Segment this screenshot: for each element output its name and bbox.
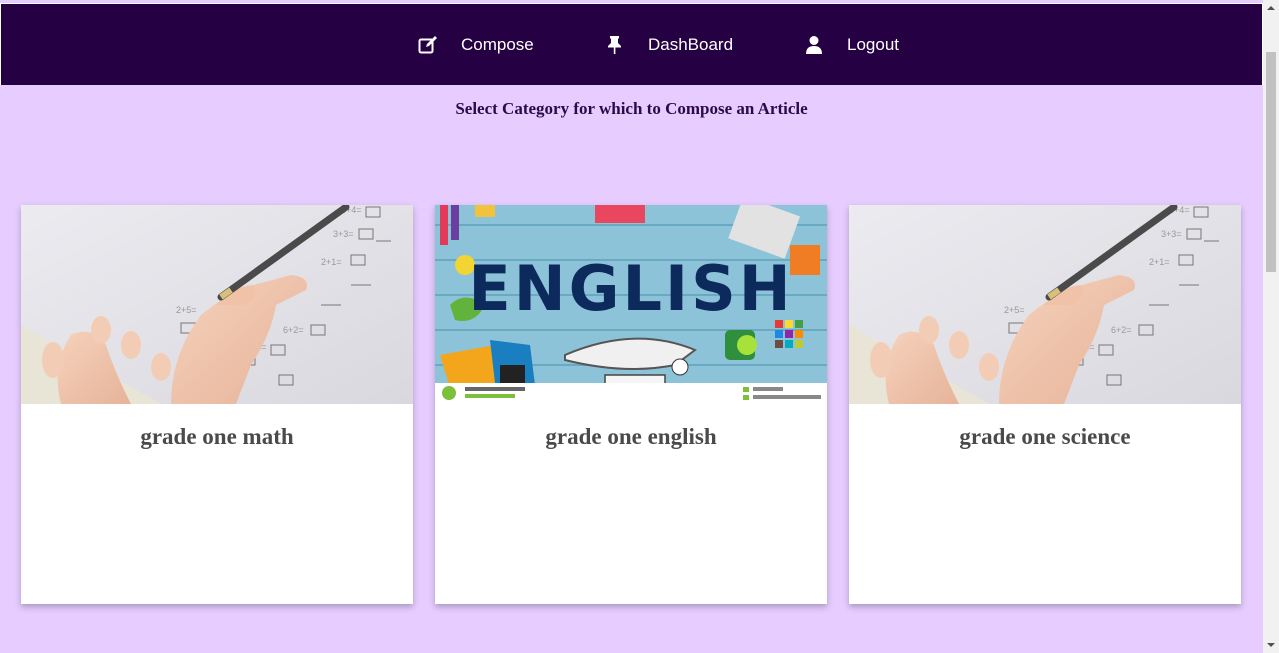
category-card-english[interactable]: ENGLISH grade one english (435, 205, 827, 604)
scroll-down-arrow-icon[interactable] (1263, 637, 1279, 653)
nav-logout-label: Logout (847, 35, 899, 54)
pin-icon (604, 34, 626, 56)
user-icon (803, 34, 825, 56)
edit-icon (417, 34, 439, 56)
svg-text:6+2=: 6+2= (1111, 325, 1132, 335)
card-title: grade one science (959, 424, 1131, 449)
math-worksheet-image: 5+4= 3+3= 2+1= 6+2= 4+3= 2+5= 7+1= (849, 205, 1241, 404)
svg-text:3+3=: 3+3= (1161, 229, 1182, 239)
svg-text:2+5=: 2+5= (176, 305, 197, 315)
english-banner-image: ENGLISH (435, 205, 827, 404)
card-title: grade one english (545, 424, 717, 449)
scroll-up-arrow-icon[interactable] (1263, 0, 1279, 16)
nav-compose-label: Compose (461, 35, 534, 54)
top-navbar: Compose DashBoard Logout (0, 3, 1263, 85)
svg-text:ENGLISH: ENGLISH (468, 252, 793, 325)
category-card-science[interactable]: 5+4= 3+3= 2+1= 6+2= 4+3= 2+5= 7+1= (849, 205, 1241, 604)
svg-text:6+2=: 6+2= (283, 325, 304, 335)
page-heading: Select Category for which to Compose an … (455, 99, 808, 118)
nav-dashboard-label: DashBoard (648, 35, 734, 54)
nav-compose-link[interactable]: Compose (417, 4, 534, 86)
page-viewport: Compose DashBoard Logout Select Category… (0, 0, 1263, 653)
card-title: grade one math (140, 424, 294, 449)
nav-dashboard-link[interactable]: DashBoard (604, 4, 733, 86)
scrollbar-thumb[interactable] (1266, 52, 1276, 272)
vertical-scrollbar[interactable] (1263, 0, 1279, 653)
svg-text:3+3=: 3+3= (333, 229, 354, 239)
svg-text:2+1=: 2+1= (1149, 257, 1170, 267)
category-card-math[interactable]: 5+4= 3+3= 2+1= 6+2= 4+3= 2+5= 7+1= (21, 205, 413, 604)
nav-logout-link[interactable]: Logout (803, 4, 899, 86)
svg-text:2+5=: 2+5= (1004, 305, 1025, 315)
math-worksheet-image: 5+4= 3+3= 2+1= 6+2= 4+3= 2+5= 7+1= (21, 205, 413, 404)
svg-text:2+1=: 2+1= (321, 257, 342, 267)
